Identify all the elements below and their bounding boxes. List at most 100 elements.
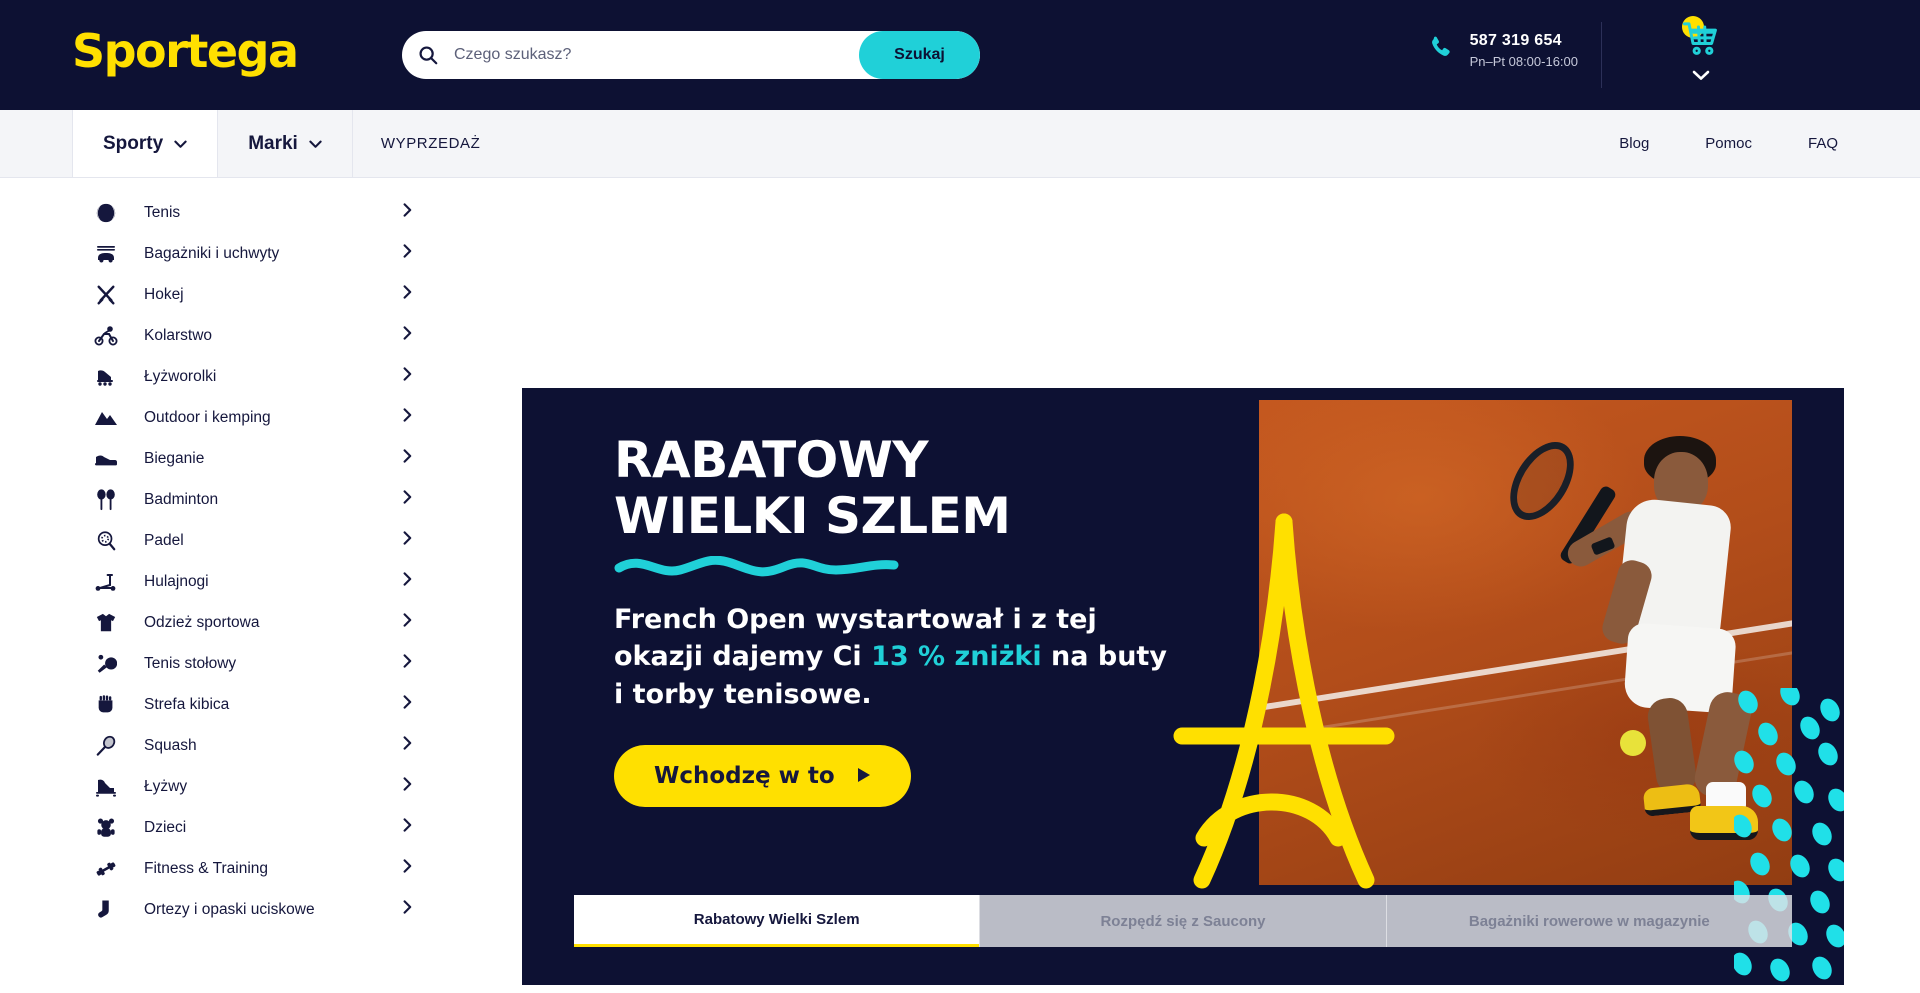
sidebar-item-label: Bieganie bbox=[144, 449, 205, 467]
sidebar-item-dzieci[interactable]: Dzieci bbox=[0, 807, 522, 848]
chevron-right-icon bbox=[403, 490, 412, 509]
teal-squiggle-icon bbox=[614, 555, 1174, 583]
sidebar-item-label: Squash bbox=[144, 736, 197, 754]
sidebar-item-strefa-kibica[interactable]: Strefa kibica bbox=[0, 684, 522, 725]
hero-title-line-2: WIELKI SZLEM bbox=[614, 487, 1011, 545]
sidebar-item-label: Łyżworolki bbox=[144, 367, 217, 385]
sidebar-item-squash[interactable]: Squash bbox=[0, 725, 522, 766]
sidebar-item-fitness-training[interactable]: Fitness & Training bbox=[0, 848, 522, 889]
sidebar-item-tenis[interactable]: Tenis bbox=[0, 192, 522, 233]
hero-title-line-1: RABATOWY bbox=[614, 431, 929, 489]
padel-racket-icon bbox=[92, 527, 120, 555]
shopping-cart-icon bbox=[1680, 20, 1726, 62]
car-rack-icon bbox=[92, 240, 120, 268]
carousel-tab-1[interactable]: Rabatowy Wielki Szlem bbox=[574, 895, 980, 947]
ice-skate-icon bbox=[92, 773, 120, 801]
header-divider bbox=[1601, 22, 1602, 88]
chevron-right-icon bbox=[403, 367, 412, 386]
main-navbar: Sporty Marki WYPRZEDAŻ Blog Pomoc FAQ bbox=[0, 110, 1920, 178]
sidebar-item-kolarstwo[interactable]: Kolarstwo bbox=[0, 315, 522, 356]
play-triangle-icon bbox=[857, 763, 871, 789]
chevron-right-icon bbox=[403, 695, 412, 714]
sidebar-item-label: Padel bbox=[144, 531, 184, 549]
table-tennis-icon bbox=[92, 650, 120, 678]
chevron-right-icon bbox=[403, 736, 412, 755]
sidebar-item-label: Hulajnogi bbox=[144, 572, 209, 590]
sidebar-item-odziez-sportowa[interactable]: Odzież sportowa bbox=[0, 602, 522, 643]
hero-image-tennis-player bbox=[1259, 400, 1792, 885]
category-sidebar: Tenis Bagażniki i uchwyty Hokej Kolarstw… bbox=[0, 178, 522, 993]
nav-item-marki[interactable]: Marki bbox=[218, 110, 353, 177]
nav-left-spacer bbox=[0, 110, 72, 177]
racket-head bbox=[1497, 430, 1587, 532]
carousel-tab-2[interactable]: Rozpędź się z Saucony bbox=[979, 895, 1386, 947]
player-shoe-front bbox=[1690, 806, 1758, 840]
cart-chevron-down-icon[interactable] bbox=[1692, 68, 1710, 86]
phone-icon bbox=[1426, 33, 1456, 68]
phone-text: 587 319 654 Pn–Pt 08:00-16:00 bbox=[1470, 32, 1578, 69]
sidebar-item-padel[interactable]: Padel bbox=[0, 520, 522, 561]
sidebar-item-label: Tenis stołowy bbox=[144, 654, 237, 672]
chevron-right-icon bbox=[403, 326, 412, 345]
sidebar-item-outdoor-i-kemping[interactable]: Outdoor i kemping bbox=[0, 397, 522, 438]
phone-contact[interactable]: 587 319 654 Pn–Pt 08:00-16:00 bbox=[1426, 32, 1578, 69]
sidebar-item-label: Kolarstwo bbox=[144, 326, 213, 344]
dumbbell-icon bbox=[92, 855, 120, 883]
search-icon bbox=[402, 31, 454, 79]
nav-link-faq[interactable]: FAQ bbox=[1808, 135, 1838, 152]
site-logo[interactable]: Sportega bbox=[72, 24, 299, 78]
sidebar-item-bieganie[interactable]: Bieganie bbox=[0, 438, 522, 479]
search-submit-button[interactable]: Szukaj bbox=[859, 31, 980, 79]
opening-hours: Pn–Pt 08:00-16:00 bbox=[1469, 54, 1578, 69]
search-input[interactable] bbox=[454, 32, 859, 78]
sidebar-item-label: Fitness & Training bbox=[144, 859, 269, 877]
search-bar[interactable]: Szukaj bbox=[402, 31, 980, 79]
sidebar-item-lyzworolki[interactable]: Łyżworolki bbox=[0, 356, 522, 397]
top-header: Sportega Szukaj 587 319 654 Pn–Pt 08:00-… bbox=[0, 0, 1920, 110]
squash-racket-icon bbox=[92, 732, 120, 760]
chevron-right-icon bbox=[403, 613, 412, 632]
chevron-right-icon bbox=[403, 818, 412, 837]
chevron-right-icon bbox=[403, 449, 412, 468]
sidebar-item-bagazniki-i-uchwyty[interactable]: Bagażniki i uchwyty bbox=[0, 233, 522, 274]
carousel-tab-3[interactable]: Bagażniki rowerowe w magazynie bbox=[1385, 895, 1792, 947]
chevron-right-icon bbox=[403, 285, 412, 304]
sidebar-item-label: Dzieci bbox=[144, 818, 187, 836]
sidebar-item-label: Hokej bbox=[144, 285, 184, 303]
tennis-player-figure bbox=[1464, 430, 1764, 850]
nav-secondary-links: Blog Pomoc FAQ bbox=[1619, 110, 1920, 177]
sidebar-item-hokej[interactable]: Hokej bbox=[0, 274, 522, 315]
tennis-ball bbox=[1620, 730, 1646, 756]
chevron-right-icon bbox=[403, 654, 412, 673]
cart-button[interactable] bbox=[1650, 16, 1770, 96]
hockey-sticks-icon bbox=[92, 281, 120, 309]
sidebar-item-badminton[interactable]: Badminton bbox=[0, 479, 522, 520]
chevron-right-icon bbox=[403, 531, 412, 550]
sidebar-item-hulajnogi[interactable]: Hulajnogi bbox=[0, 561, 522, 602]
sidebar-item-lyzwy[interactable]: Łyżwy bbox=[0, 766, 522, 807]
nav-link-blog[interactable]: Blog bbox=[1619, 135, 1649, 152]
hero-area: RABATOWY WIELKI SZLEM French Open wystar… bbox=[522, 178, 1920, 993]
chevron-right-icon bbox=[403, 572, 412, 591]
nav-link-pomoc[interactable]: Pomoc bbox=[1705, 135, 1752, 152]
running-shoe-icon bbox=[92, 445, 120, 473]
sidebar-item-label: Badminton bbox=[144, 490, 219, 508]
nav-item-sporty-label: Sporty bbox=[103, 132, 164, 154]
sidebar-item-tenis-stolowy[interactable]: Tenis stołowy bbox=[0, 643, 522, 684]
hero-cta-button[interactable]: Wchodzę w to bbox=[614, 744, 911, 807]
badminton-rackets-icon bbox=[92, 486, 120, 514]
sidebar-item-ortezy-i-opaski-uciskowe[interactable]: Ortezy i opaski uciskowe bbox=[0, 889, 522, 930]
chevron-right-icon bbox=[403, 408, 412, 427]
sidebar-item-label: Tenis bbox=[144, 203, 181, 221]
hero-cta-label: Wchodzę w to bbox=[654, 762, 835, 789]
sidebar-item-label: Outdoor i kemping bbox=[144, 408, 271, 426]
mountain-icon bbox=[92, 404, 120, 432]
roller-skate-icon bbox=[92, 363, 120, 391]
chevron-down-icon bbox=[174, 133, 187, 155]
page-content: Tenis Bagażniki i uchwyty Hokej Kolarstw… bbox=[0, 178, 1920, 993]
nav-item-sporty[interactable]: Sporty bbox=[72, 110, 219, 177]
chevron-right-icon bbox=[403, 777, 412, 796]
nav-item-marki-label: Marki bbox=[248, 132, 298, 154]
nav-item-wyprzedaz[interactable]: WYPRZEDAŻ bbox=[353, 110, 509, 177]
chevron-right-icon bbox=[403, 859, 412, 878]
